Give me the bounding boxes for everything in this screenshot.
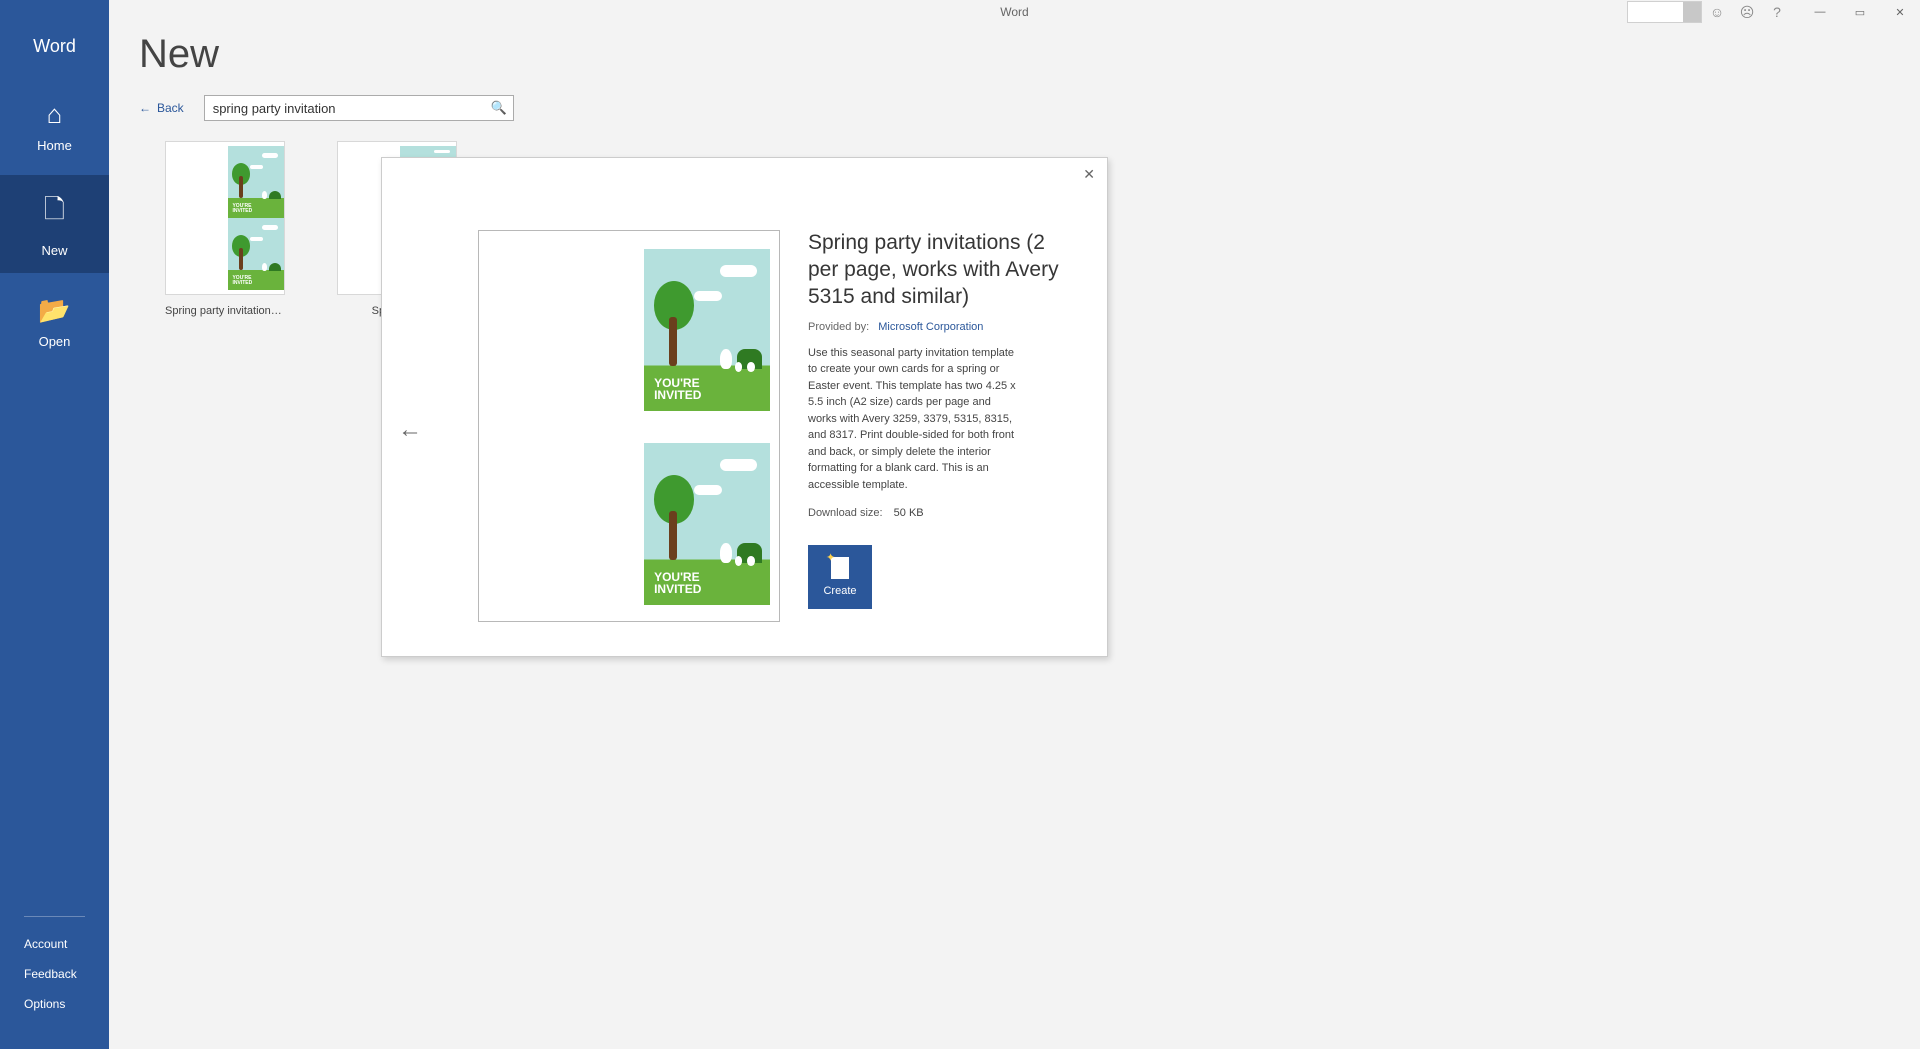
search-toolbar: ← Back 🔍 bbox=[139, 95, 1890, 121]
template-preview-dialog: ✕ ← YOU'REINVITED YOU'REINVITED Spring p… bbox=[381, 157, 1108, 657]
sidebar-bottom: Account Feedback Options bbox=[0, 916, 109, 1049]
sidebar-item-label: New bbox=[41, 243, 67, 258]
download-size-value: 50 KB bbox=[894, 507, 924, 519]
back-arrow-icon: ← bbox=[139, 101, 151, 115]
search-input[interactable] bbox=[213, 101, 485, 116]
download-size-label: Download size: bbox=[808, 507, 883, 519]
template-title: Spring party invitations (2 per page, wo… bbox=[808, 230, 1077, 311]
template-result[interactable]: YOU'REINVITED YOU'REINVITED Spring party… bbox=[165, 141, 285, 317]
sidebar-item-label: Home bbox=[37, 138, 72, 153]
sidebar-app-name: Word bbox=[0, 0, 109, 77]
sidebar-nav: ⌂ Home 🗋 New 📂 Open bbox=[0, 77, 109, 371]
page-heading: New bbox=[139, 32, 1890, 77]
sidebar-item-options[interactable]: Options bbox=[24, 989, 85, 1019]
back-label: Back bbox=[157, 101, 184, 115]
sidebar-item-account[interactable]: Account bbox=[24, 929, 85, 959]
sidebar-item-new[interactable]: 🗋 New bbox=[0, 175, 109, 273]
sidebar-item-home[interactable]: ⌂ Home bbox=[0, 77, 109, 175]
download-size: Download size: 50 KB bbox=[808, 507, 1077, 519]
template-preview: YOU'REINVITED YOU'REINVITED bbox=[478, 230, 780, 622]
template-search-box[interactable]: 🔍 bbox=[204, 95, 514, 121]
sidebar-item-open[interactable]: 📂 Open bbox=[0, 273, 109, 371]
back-button[interactable]: ← Back bbox=[139, 101, 184, 115]
dialog-close-button[interactable]: ✕ bbox=[1083, 166, 1095, 183]
search-icon[interactable]: 🔍 bbox=[491, 100, 507, 116]
create-button[interactable]: Create bbox=[808, 545, 872, 609]
template-provider: Provided by: Microsoft Corporation bbox=[808, 321, 1077, 333]
home-icon: ⌂ bbox=[47, 99, 63, 130]
create-document-icon bbox=[831, 557, 849, 579]
template-description: Use this seasonal party invitation templ… bbox=[808, 345, 1020, 494]
sidebar: Word ⌂ Home 🗋 New 📂 Open Account Feedbac… bbox=[0, 0, 109, 1049]
previous-template-button[interactable]: ← bbox=[398, 416, 422, 444]
folder-open-icon: 📂 bbox=[38, 295, 70, 326]
dialog-body: YOU'REINVITED YOU'REINVITED Spring party… bbox=[478, 230, 1077, 622]
new-document-icon: 🗋 bbox=[44, 191, 65, 235]
template-result-label: Spring party invitations (2… bbox=[165, 305, 285, 317]
sidebar-item-feedback[interactable]: Feedback bbox=[24, 959, 85, 989]
template-info: Spring party invitations (2 per page, wo… bbox=[808, 230, 1077, 622]
template-thumbnail: YOU'REINVITED YOU'REINVITED bbox=[165, 141, 285, 295]
create-label: Create bbox=[823, 585, 856, 597]
provider-link[interactable]: Microsoft Corporation bbox=[878, 321, 983, 333]
sidebar-item-label: Open bbox=[39, 334, 71, 349]
provided-by-label: Provided by: bbox=[808, 321, 869, 333]
